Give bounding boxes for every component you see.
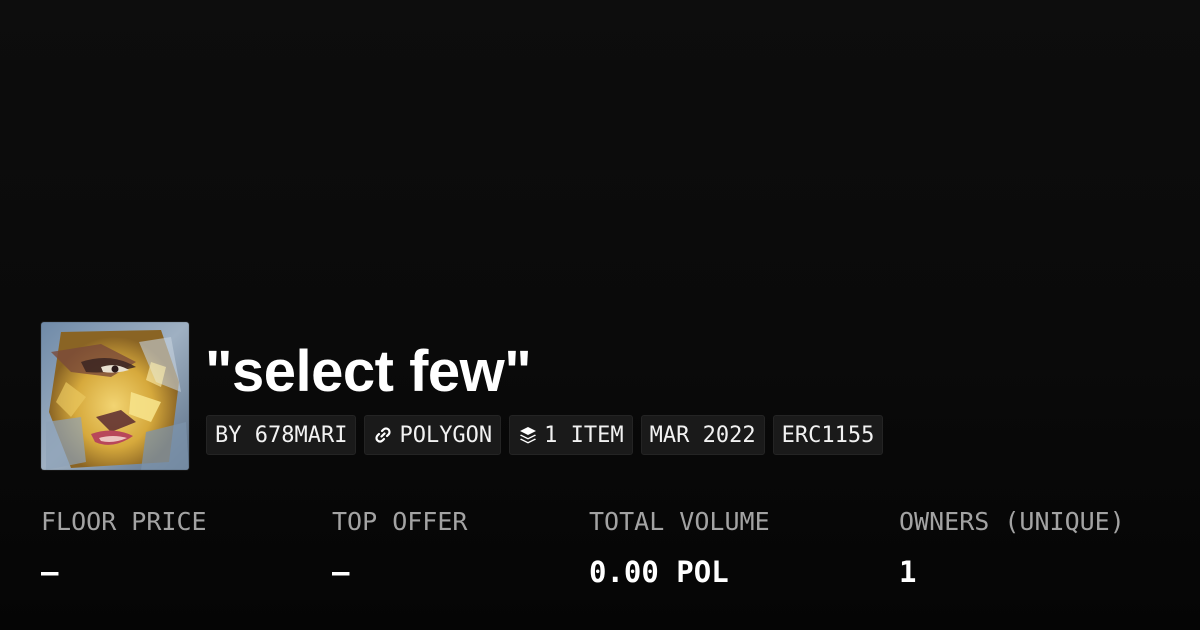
stat-label: TOP OFFER	[332, 507, 468, 536]
stat-floor-price: FLOOR PRICE –	[41, 504, 207, 590]
stat-label: OWNERS (UNIQUE)	[899, 507, 1125, 536]
collection-title: "select few"	[205, 339, 532, 404]
layers-icon	[518, 425, 538, 445]
collection-badges: BY 678MARI POLYGON 1 ITEM MAR 2022 ERC11…	[206, 415, 884, 455]
created-date-badge-label: MAR 2022	[649, 422, 756, 448]
stat-top-offer: TOP OFFER –	[332, 504, 467, 590]
item-count-badge-label: 1 ITEM	[544, 422, 624, 448]
stat-total-volume: TOTAL VOLUME 0.00 POL	[589, 504, 770, 590]
stat-label: FLOOR PRICE	[41, 507, 207, 536]
stat-label: TOTAL VOLUME	[589, 507, 770, 536]
portrait-artwork-image	[41, 322, 189, 470]
chain-badge-label: POLYGON	[399, 422, 493, 448]
collection-card: "select few" BY 678MARI POLYGON 1 ITEM M…	[0, 0, 1200, 630]
creator-badge-label: BY 678MARI	[215, 422, 348, 448]
item-count-badge[interactable]: 1 ITEM	[509, 415, 633, 455]
stat-value: –	[332, 555, 350, 589]
token-standard-badge-label: ERC1155	[781, 422, 875, 448]
stat-owners-unique: OWNERS (UNIQUE) 1	[899, 504, 1125, 590]
collection-avatar	[41, 322, 189, 470]
creator-badge[interactable]: BY 678MARI	[206, 415, 357, 455]
chain-link-icon	[373, 425, 393, 445]
created-date-badge: MAR 2022	[640, 415, 765, 455]
stat-value: –	[41, 555, 59, 589]
chain-badge[interactable]: POLYGON	[364, 415, 502, 455]
stat-value: 0.00 POL	[589, 555, 729, 589]
token-standard-badge: ERC1155	[772, 415, 884, 455]
stat-value: 1	[899, 555, 917, 589]
